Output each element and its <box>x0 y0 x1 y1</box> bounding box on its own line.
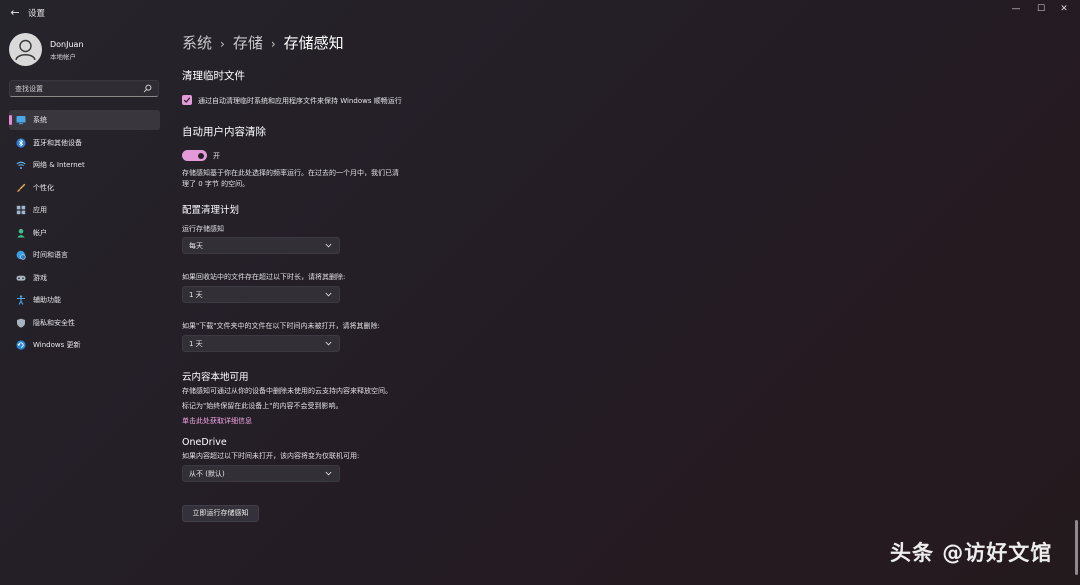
toggle-knob <box>198 152 204 159</box>
breadcrumb-storage[interactable]: 存储 <box>233 34 263 52</box>
user-account-type: 本地帐户 <box>50 53 76 61</box>
dropdown-value: 每天 <box>189 242 203 250</box>
onedrive-label: 如果内容超过以下时间未打开，该内容将变为仅联机可用: <box>182 452 360 460</box>
search-input[interactable] <box>15 83 140 95</box>
downloads-label: 如果"下载"文件夹中的文件在以下时间内未被打开，请将其删除: <box>182 322 380 330</box>
app-title: 设置 <box>28 9 46 19</box>
sidebar-item-label: 个性化 <box>33 183 54 192</box>
windows-update-icon <box>16 340 26 350</box>
toggle-state-label: 开 <box>213 152 220 160</box>
scrollbar[interactable] <box>1075 520 1078 575</box>
user-avatar-icon <box>15 39 36 61</box>
bluetooth-icon <box>16 137 26 148</box>
wifi-icon <box>16 161 26 169</box>
sidebar-item-label: 游戏 <box>33 273 47 282</box>
auto-cleanup-toggle[interactable] <box>182 150 207 161</box>
sidebar-item-apps[interactable]: 应用 <box>9 200 160 220</box>
sidebar-item-personalization[interactable]: 个性化 <box>9 178 160 198</box>
brush-icon <box>17 183 26 192</box>
system-icon <box>16 116 26 125</box>
sidebar-item-accessibility[interactable]: 辅助功能 <box>9 290 160 310</box>
breadcrumb: 系统 › 存储 › 存储感知 <box>182 32 344 53</box>
dropdown-value: 从不 (默认) <box>189 470 225 478</box>
avatar[interactable] <box>9 33 42 66</box>
checkmark-icon <box>183 97 191 103</box>
user-name: DonJuan <box>50 40 84 49</box>
sidebar-item-network[interactable]: 网络 & Internet <box>9 155 160 175</box>
sidebar-item-label: 网络 & Internet <box>33 161 85 169</box>
sidebar-item-label: 蓝牙和其他设备 <box>33 138 82 147</box>
sidebar-item-label: 系统 <box>33 116 47 124</box>
accessibility-icon <box>17 295 25 305</box>
sidebar-item-label: 帐户 <box>33 228 47 237</box>
run-storage-sense-button[interactable]: 立即运行存储感知 <box>182 505 259 522</box>
back-button[interactable]: ← <box>8 6 22 20</box>
breadcrumb-separator: › <box>270 37 276 51</box>
sidebar-item-time-language[interactable]: 时间和语言 <box>9 245 160 265</box>
auto-cleanup-description-line1: 存储感知基于你在此处选择的频率运行。在过去的一个月中，我们已清 <box>182 169 399 177</box>
onedrive-heading: OneDrive <box>182 437 227 448</box>
run-frequency-dropdown[interactable]: 每天 <box>182 237 340 254</box>
sidebar-item-accounts[interactable]: 帐户 <box>9 223 160 243</box>
chevron-down-icon <box>325 471 332 476</box>
search-box[interactable] <box>9 80 159 97</box>
recycle-bin-dropdown[interactable]: 1 天 <box>182 286 340 303</box>
breadcrumb-system[interactable]: 系统 <box>182 34 212 52</box>
page-title: 存储感知 <box>283 34 344 52</box>
chevron-down-icon <box>325 243 332 248</box>
cloud-content-line2: 标记为"始终保留在此设备上"的内容不会受到影响。 <box>182 402 343 410</box>
account-icon <box>17 228 25 237</box>
sidebar-item-privacy[interactable]: 隐私和安全性 <box>9 313 160 333</box>
more-info-link[interactable]: 单击此处获取详细信息 <box>182 416 252 426</box>
sidebar-item-gaming[interactable]: 游戏 <box>9 268 160 288</box>
auto-cleanup-heading: 自动用户内容清除 <box>182 126 266 138</box>
schedule-heading: 配置清理计划 <box>182 205 240 216</box>
temp-files-checkbox[interactable] <box>182 95 192 105</box>
recycle-bin-label: 如果回收站中的文件存在超过以下时长，请将其删除: <box>182 273 346 281</box>
temp-files-heading: 清理临时文件 <box>182 70 245 82</box>
downloads-dropdown[interactable]: 1 天 <box>182 335 340 352</box>
cloud-content-line1: 存储感知可通过从你的设备中删除未使用的云支持内容来释放空间。 <box>182 387 392 395</box>
apps-icon <box>16 205 26 215</box>
sidebar-item-system[interactable]: 系统 <box>9 110 160 130</box>
onedrive-dropdown[interactable]: 从不 (默认) <box>182 465 340 482</box>
sidebar-item-label: Windows 更新 <box>33 341 81 349</box>
search-icon[interactable] <box>143 84 152 93</box>
sidebar-item-windows-update[interactable]: Windows 更新 <box>9 335 160 355</box>
auto-cleanup-description-line2: 理了 0 字节 的空间。 <box>182 180 250 188</box>
watermark: 头条 @访好文馆 <box>890 541 1053 565</box>
chevron-down-icon <box>325 341 332 346</box>
sidebar-item-label: 时间和语言 <box>33 251 68 259</box>
sidebar-item-label: 隐私和安全性 <box>33 318 75 327</box>
cloud-content-heading: 云内容本地可用 <box>182 372 249 383</box>
shield-icon <box>17 318 25 328</box>
breadcrumb-separator: › <box>220 37 225 51</box>
dropdown-value: 1 天 <box>189 291 203 299</box>
sidebar-item-label: 辅助功能 <box>33 296 61 304</box>
title-bar: ← 设置 — ☐ ✕ <box>0 0 1080 26</box>
gamepad-icon <box>16 275 26 281</box>
dropdown-value: 1 天 <box>189 340 203 348</box>
sidebar-item-label: 应用 <box>33 206 47 214</box>
sidebar-nav: 系统 蓝牙和其他设备 网络 & Internet 个性化 应用 帐户 时间和语言… <box>9 110 160 358</box>
close-button[interactable]: ✕ <box>1046 0 1080 18</box>
chevron-down-icon <box>325 292 332 297</box>
sidebar-item-bluetooth[interactable]: 蓝牙和其他设备 <box>9 133 160 153</box>
temp-files-checkbox-label: 通过自动清理临时系统和应用程序文件来保持 Windows 顺畅运行 <box>198 97 402 105</box>
run-frequency-label: 运行存储感知 <box>182 225 224 233</box>
globe-clock-icon <box>16 250 26 260</box>
